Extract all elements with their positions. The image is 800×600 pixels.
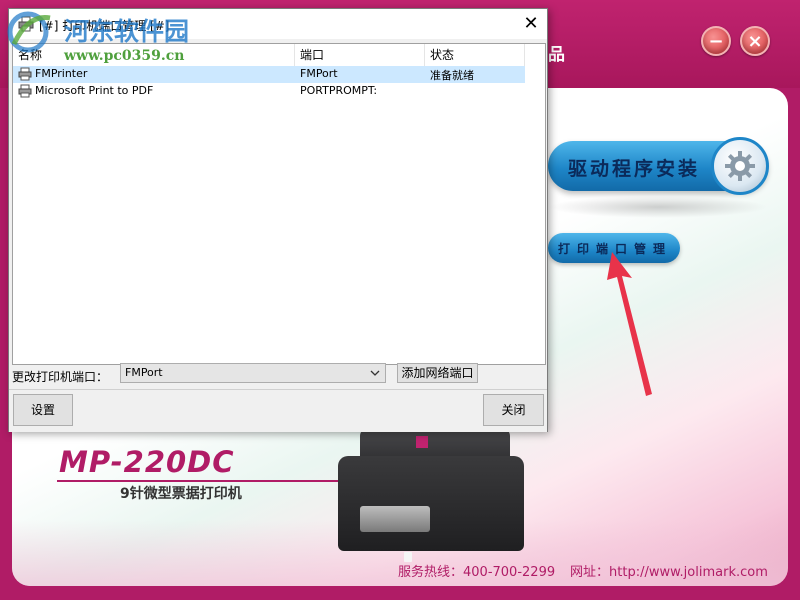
add-network-port-button[interactable]: 添加网络端口: [397, 363, 478, 383]
printer-icon: [18, 67, 32, 81]
dialog-close-icon[interactable]: ✕: [515, 9, 547, 39]
port-select-value: FMPort: [125, 366, 163, 379]
printer-body: [338, 456, 524, 562]
setup-button[interactable]: 设置: [13, 394, 73, 426]
driver-install-label: 驱动程序安装: [568, 158, 701, 180]
printer-name: FMPrinter: [35, 67, 88, 80]
close-app-button[interactable]: ×: [740, 26, 770, 56]
minimize-button[interactable]: −: [701, 26, 731, 56]
website-url[interactable]: http://www.jolimark.com: [609, 565, 768, 580]
printer-list[interactable]: 名称 端口 状态 FMPrinter FMPort 准备就绪 Microsoft…: [12, 43, 546, 365]
printer-status: 准备就绪: [430, 69, 474, 82]
model-name: MP-220DC: [59, 445, 235, 479]
column-header-port[interactable]: 端口: [295, 44, 425, 66]
watermark-logo-icon: [7, 11, 51, 53]
red-arrow-icon: [607, 252, 652, 396]
dialog-button-bar: 设置 关闭: [9, 389, 547, 432]
hotline-number: 400-700-2299: [463, 565, 556, 580]
model-underline: [57, 480, 342, 482]
printer-logo: [416, 436, 428, 448]
printer-image: [338, 428, 528, 562]
driver-install-button[interactable]: 驱动程序安装: [548, 137, 769, 195]
button-shadow: [548, 196, 768, 218]
chevron-down-icon: [370, 370, 380, 376]
website-label: 网址：: [570, 565, 610, 580]
hotline-label: 服务热线：: [398, 565, 464, 580]
printer-port: FMPort: [300, 67, 338, 80]
watermark-url: www.pc0359.cn: [64, 48, 185, 64]
close-button[interactable]: 关闭: [483, 394, 544, 426]
installer-header-title: 品: [548, 45, 567, 65]
website: 网址：http://www.jolimark.com: [570, 561, 768, 580]
printer-paper-slot: [360, 506, 430, 532]
port-select[interactable]: FMPort: [120, 363, 386, 383]
printer-icon: [18, 84, 32, 98]
change-port-label: 更改打印机端口：: [12, 370, 109, 384]
model-subtitle: 9针微型票据打印机: [120, 486, 242, 502]
printer-name: Microsoft Print to PDF: [35, 84, 154, 97]
column-header-status[interactable]: 状态: [425, 44, 525, 66]
service-hotline: 服务热线：400-700-2299: [398, 561, 555, 580]
gear-icon: [711, 137, 769, 195]
watermark-title: 河东软件园: [64, 17, 190, 46]
printer-row[interactable]: FMPrinter FMPort 准备就绪: [13, 66, 525, 83]
printer-port: PORTPROMPT:: [300, 84, 378, 97]
printer-row[interactable]: Microsoft Print to PDF PORTPROMPT:: [13, 83, 525, 100]
port-manager-dialog: [#] 打印机端口管理 [#] ✕ 名称 端口 状态 FMPrinter FMP…: [8, 8, 548, 432]
